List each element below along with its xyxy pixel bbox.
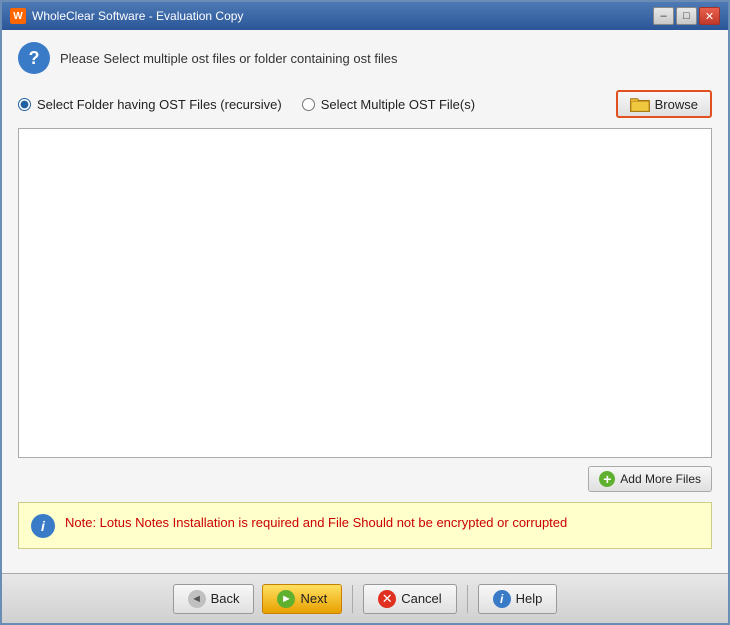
separator [352, 585, 353, 613]
content-area: ? Please Select multiple ost files or fo… [2, 30, 728, 573]
info-icon: i [31, 514, 55, 538]
back-button[interactable]: ◄ Back [173, 584, 255, 614]
add-files-label: Add More Files [620, 472, 701, 486]
header-row: ? Please Select multiple ost files or fo… [18, 42, 712, 74]
plus-icon: + [599, 471, 615, 487]
help-icon: i [493, 590, 511, 608]
title-bar: W WholeClear Software - Evaluation Copy … [2, 2, 728, 30]
next-icon: ► [277, 590, 295, 608]
window-title: WholeClear Software - Evaluation Copy [32, 9, 243, 23]
help-label: Help [516, 591, 543, 606]
browse-label: Browse [655, 97, 698, 112]
title-bar-left: W WholeClear Software - Evaluation Copy [10, 8, 243, 24]
bottom-bar: ◄ Back ► Next ✕ Cancel i Help [2, 573, 728, 623]
radio-files-input[interactable] [302, 98, 315, 111]
options-row: Select Folder having OST Files (recursiv… [18, 90, 712, 118]
radio-folder-label: Select Folder having OST Files (recursiv… [37, 97, 282, 112]
title-controls: – □ ✕ [653, 7, 720, 25]
folder-icon [630, 96, 650, 112]
radio-folder-input[interactable] [18, 98, 31, 111]
add-more-files-button[interactable]: + Add More Files [588, 466, 712, 492]
browse-button[interactable]: Browse [616, 90, 712, 118]
separator2 [467, 585, 468, 613]
radio-files-option[interactable]: Select Multiple OST File(s) [302, 97, 475, 112]
back-label: Back [211, 591, 240, 606]
app-icon: W [10, 8, 26, 24]
cancel-icon: ✕ [378, 590, 396, 608]
cancel-label: Cancel [401, 591, 441, 606]
next-label: Next [300, 591, 327, 606]
add-files-row: + Add More Files [18, 466, 712, 492]
cancel-button[interactable]: ✕ Cancel [363, 584, 456, 614]
help-button[interactable]: i Help [478, 584, 558, 614]
maximize-button[interactable]: □ [676, 7, 697, 25]
close-button[interactable]: ✕ [699, 7, 720, 25]
next-button[interactable]: ► Next [262, 584, 342, 614]
minimize-button[interactable]: – [653, 7, 674, 25]
note-box: i Note: Lotus Notes Installation is requ… [18, 502, 712, 549]
radio-files-label: Select Multiple OST File(s) [321, 97, 475, 112]
app-icon-text: W [13, 11, 22, 22]
main-window: W WholeClear Software - Evaluation Copy … [0, 0, 730, 625]
back-icon: ◄ [188, 590, 206, 608]
radio-folder-option[interactable]: Select Folder having OST Files (recursiv… [18, 97, 282, 112]
instruction-text: Please Select multiple ost files or fold… [60, 51, 397, 66]
question-icon: ? [18, 42, 50, 74]
file-list-area [18, 128, 712, 458]
note-text: Note: Lotus Notes Installation is requir… [65, 513, 567, 533]
